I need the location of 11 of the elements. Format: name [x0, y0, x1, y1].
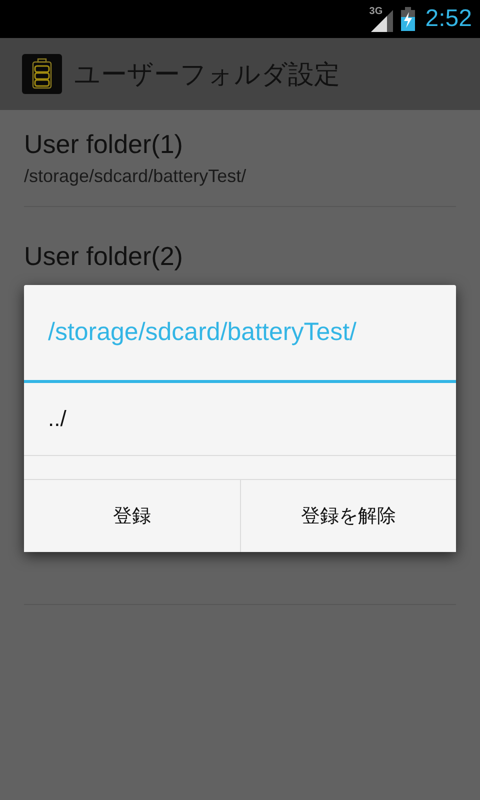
- battery-icon: [22, 54, 62, 94]
- dialog-button[interactable]: 登録を解除: [240, 480, 456, 552]
- network-label: 3G: [369, 6, 383, 17]
- folder-path: /storage/sdcard/batteryTest/: [24, 166, 246, 187]
- dialog-title: /storage/sdcard/batteryTest/: [48, 318, 356, 347]
- folder-name: User folder(2): [24, 241, 183, 272]
- clock: 2:52: [425, 5, 472, 33]
- dialog-button[interactable]: 登録: [24, 480, 240, 552]
- directory-item[interactable]: ../: [24, 383, 456, 456]
- folder-name: User folder(1): [24, 129, 183, 160]
- battery-charging-icon: [401, 7, 416, 31]
